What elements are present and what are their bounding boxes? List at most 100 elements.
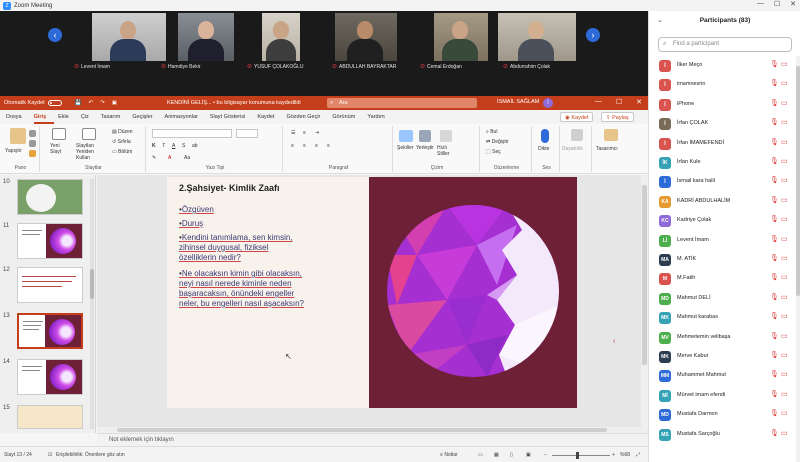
numbering-icon[interactable]: ≡ bbox=[303, 130, 306, 136]
user-avatar[interactable]: İ bbox=[543, 98, 553, 108]
maximize-icon[interactable]: ☐ bbox=[616, 98, 622, 106]
tab-draw[interactable]: Çiz bbox=[81, 110, 97, 124]
align-left-icon[interactable]: ≡ bbox=[291, 143, 294, 149]
font-family-select[interactable] bbox=[152, 129, 232, 138]
participant-row[interactable]: İ İlker Meço 🎙 ▭ bbox=[649, 56, 797, 75]
shapes-icon[interactable] bbox=[399, 130, 413, 142]
quick-styles-label[interactable]: Hızlı Stiller bbox=[437, 145, 457, 157]
tab-design[interactable]: Tasarım bbox=[101, 110, 129, 124]
paste-label[interactable]: Yapıştır bbox=[5, 148, 22, 154]
change-case-icon[interactable]: Aa bbox=[184, 155, 190, 161]
font-size-select[interactable] bbox=[236, 129, 258, 138]
zoom-out-icon[interactable]: − bbox=[544, 452, 547, 458]
next-videos-icon[interactable]: › bbox=[586, 28, 600, 42]
quick-styles-icon[interactable] bbox=[440, 130, 452, 142]
zoom-level[interactable]: %68 bbox=[620, 452, 630, 458]
font-color-icon[interactable]: A bbox=[168, 155, 171, 161]
thumbnail-scrollbar[interactable] bbox=[90, 179, 94, 429]
new-slide-label[interactable]: Yeni Slayt bbox=[50, 143, 70, 155]
tab-transitions[interactable]: Geçişler bbox=[132, 110, 160, 124]
user-name[interactable]: İSMAİL SAĞLAM bbox=[497, 99, 539, 105]
participant-row[interactable]: MA M. ATİK 🎙 ▭ bbox=[649, 250, 797, 269]
panel-collapse-icon[interactable]: ‹ bbox=[613, 338, 615, 345]
participant-row[interactable]: İiPhone 🎙 ▭ bbox=[649, 95, 797, 114]
paste-icon[interactable] bbox=[10, 128, 26, 144]
tab-view[interactable]: Görünüm bbox=[332, 110, 363, 124]
participant-row[interactable]: İ İsmail kara halil 🎙 ▭ bbox=[649, 172, 797, 191]
participant-row[interactable]: İK İrfan Kule 🎙 ▭ bbox=[649, 153, 797, 172]
copy-icon[interactable] bbox=[29, 140, 36, 147]
video-tile[interactable] bbox=[92, 13, 166, 61]
align-center-icon[interactable]: ≡ bbox=[303, 143, 306, 149]
document-name[interactable]: KENDİNİ GELİŞ... • bu bilgisayar konumun… bbox=[167, 100, 301, 106]
redo-icon[interactable]: ↷ bbox=[100, 100, 105, 106]
participant-row[interactable]: İ İrfan ÇOLAK 🎙 ▭ bbox=[649, 114, 797, 133]
justify-icon[interactable]: ≡ bbox=[327, 143, 330, 149]
previous-videos-icon[interactable]: ‹ bbox=[48, 28, 62, 42]
dictate-label[interactable]: Dikte bbox=[538, 146, 549, 152]
reuse-slides-label[interactable]: Slaytları Yeniden Kullan bbox=[76, 143, 108, 161]
underline-icon[interactable]: A bbox=[172, 143, 175, 149]
shapes-label[interactable]: Şekiller bbox=[397, 145, 413, 151]
tab-record[interactable]: Kaydet bbox=[257, 110, 282, 124]
participant-row[interactable]: Lİ Levent İmam 🎙 ▭ bbox=[649, 231, 797, 250]
participant-row[interactable]: MK Merve Kabur 🎙 ▭ bbox=[649, 347, 797, 366]
present-icon[interactable]: ▣ bbox=[112, 100, 117, 106]
video-tile[interactable] bbox=[335, 13, 397, 61]
video-tile[interactable] bbox=[262, 13, 300, 61]
zoom-slider-thumb[interactable] bbox=[576, 452, 579, 459]
dictate-icon[interactable] bbox=[541, 129, 549, 143]
participant-row[interactable]: M M.Fatih 🎙 ▭ bbox=[649, 269, 797, 288]
slide-thumbnail[interactable] bbox=[17, 179, 83, 215]
participant-row[interactable]: MM Muhammet Mahmut 🎙 ▭ bbox=[649, 366, 797, 385]
bullets-icon[interactable]: ☰ bbox=[291, 130, 295, 136]
zoom-slider[interactable] bbox=[552, 455, 610, 456]
arrange-label[interactable]: Yerleştir bbox=[416, 145, 434, 151]
participant-row[interactable]: Mİ Mürvet imam efendi 🎙 ▭ bbox=[649, 386, 797, 405]
current-slide[interactable]: 2.Şahsiyet- Kimlik Zaafı •Özgüven •Duruş… bbox=[167, 177, 577, 408]
close-icon[interactable]: ✕ bbox=[636, 98, 642, 106]
participant-row[interactable]: MS Mustafa Sarçoğlu 🎙 ▭ bbox=[649, 425, 797, 444]
sensitivity-label[interactable]: Duyarlılık bbox=[562, 146, 583, 152]
section-button[interactable]: ▭ Bölüm bbox=[112, 149, 132, 155]
spacing-icon[interactable]: ab bbox=[192, 143, 198, 149]
reading-view-icon[interactable]: ▯ bbox=[510, 452, 513, 458]
sensitivity-icon[interactable] bbox=[571, 129, 583, 141]
indent-icon[interactable]: ⇥ bbox=[315, 130, 319, 136]
minimize-icon[interactable]: — bbox=[595, 98, 602, 106]
new-slide-icon[interactable] bbox=[52, 128, 66, 140]
participants-scrollbar[interactable] bbox=[796, 56, 800, 462]
bold-icon[interactable]: K bbox=[152, 143, 156, 149]
participant-row[interactable]: MK Mahmut karabas 🎙 ▭ bbox=[649, 308, 797, 327]
slide-thumbnail[interactable] bbox=[17, 223, 83, 259]
find-button[interactable]: ⌕ Bul bbox=[486, 129, 497, 135]
designer-label[interactable]: Tasarımcı bbox=[596, 146, 618, 152]
tab-review[interactable]: Gözden Geçir bbox=[286, 110, 328, 124]
slideshow-icon[interactable]: ▣ bbox=[526, 452, 531, 458]
participant-row[interactable]: KA KADRİ ABDULHALİM 🎙 ▭ bbox=[649, 192, 797, 211]
slide-thumbnail[interactable] bbox=[17, 405, 83, 429]
share-button[interactable]: ⇪ Paylaş bbox=[601, 112, 634, 122]
italic-icon[interactable]: T bbox=[162, 143, 165, 149]
participant-row[interactable]: MD Mustafa Darmon 🎙 ▭ bbox=[649, 405, 797, 424]
slide-thumbnail[interactable] bbox=[17, 359, 83, 395]
tab-animations[interactable]: Animasyonlar bbox=[165, 110, 206, 124]
select-button[interactable]: ⬚ Seç bbox=[486, 149, 501, 155]
highlight-icon[interactable]: ✎ bbox=[152, 155, 156, 161]
notes-button[interactable]: ≡ Notlar bbox=[440, 452, 458, 458]
normal-view-icon[interactable]: ▭ bbox=[478, 452, 483, 458]
tab-help[interactable]: Yardım bbox=[367, 110, 392, 124]
find-participant-input[interactable]: ⌕ Find a participant bbox=[658, 37, 792, 52]
align-right-icon[interactable]: ≡ bbox=[315, 143, 318, 149]
designer-icon[interactable] bbox=[604, 129, 618, 141]
video-tile[interactable] bbox=[178, 13, 234, 61]
autosave-toggle[interactable] bbox=[47, 100, 62, 106]
tab-home[interactable]: Giriş bbox=[33, 110, 55, 124]
notes-pane[interactable]: Not eklemek için tıklayın bbox=[97, 433, 648, 446]
fit-slide-icon[interactable]: ⤢ bbox=[636, 452, 640, 458]
slide-sorter-icon[interactable]: ▦ bbox=[494, 452, 499, 458]
participant-row[interactable]: MV Mehmetemin velibaşa 🎙 ▭ bbox=[649, 328, 797, 347]
search-box[interactable]: ⌕ Ara bbox=[327, 98, 477, 108]
undo-icon[interactable]: ↶ bbox=[89, 100, 94, 106]
accessibility-status[interactable]: Erişilebilirlik: Önerilere göz atın bbox=[56, 452, 125, 458]
